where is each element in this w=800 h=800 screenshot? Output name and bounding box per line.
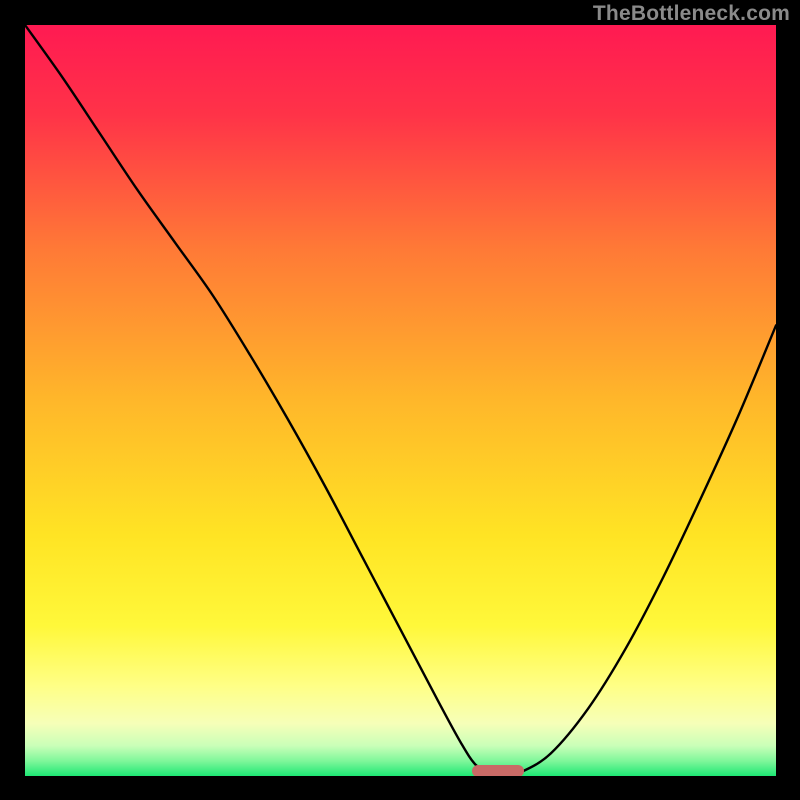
bottleneck-curve bbox=[25, 25, 776, 776]
watermark-text: TheBottleneck.com bbox=[593, 2, 790, 26]
optimal-range-marker bbox=[472, 765, 525, 776]
plot-area bbox=[25, 25, 776, 776]
chart-frame: TheBottleneck.com bbox=[0, 0, 800, 800]
